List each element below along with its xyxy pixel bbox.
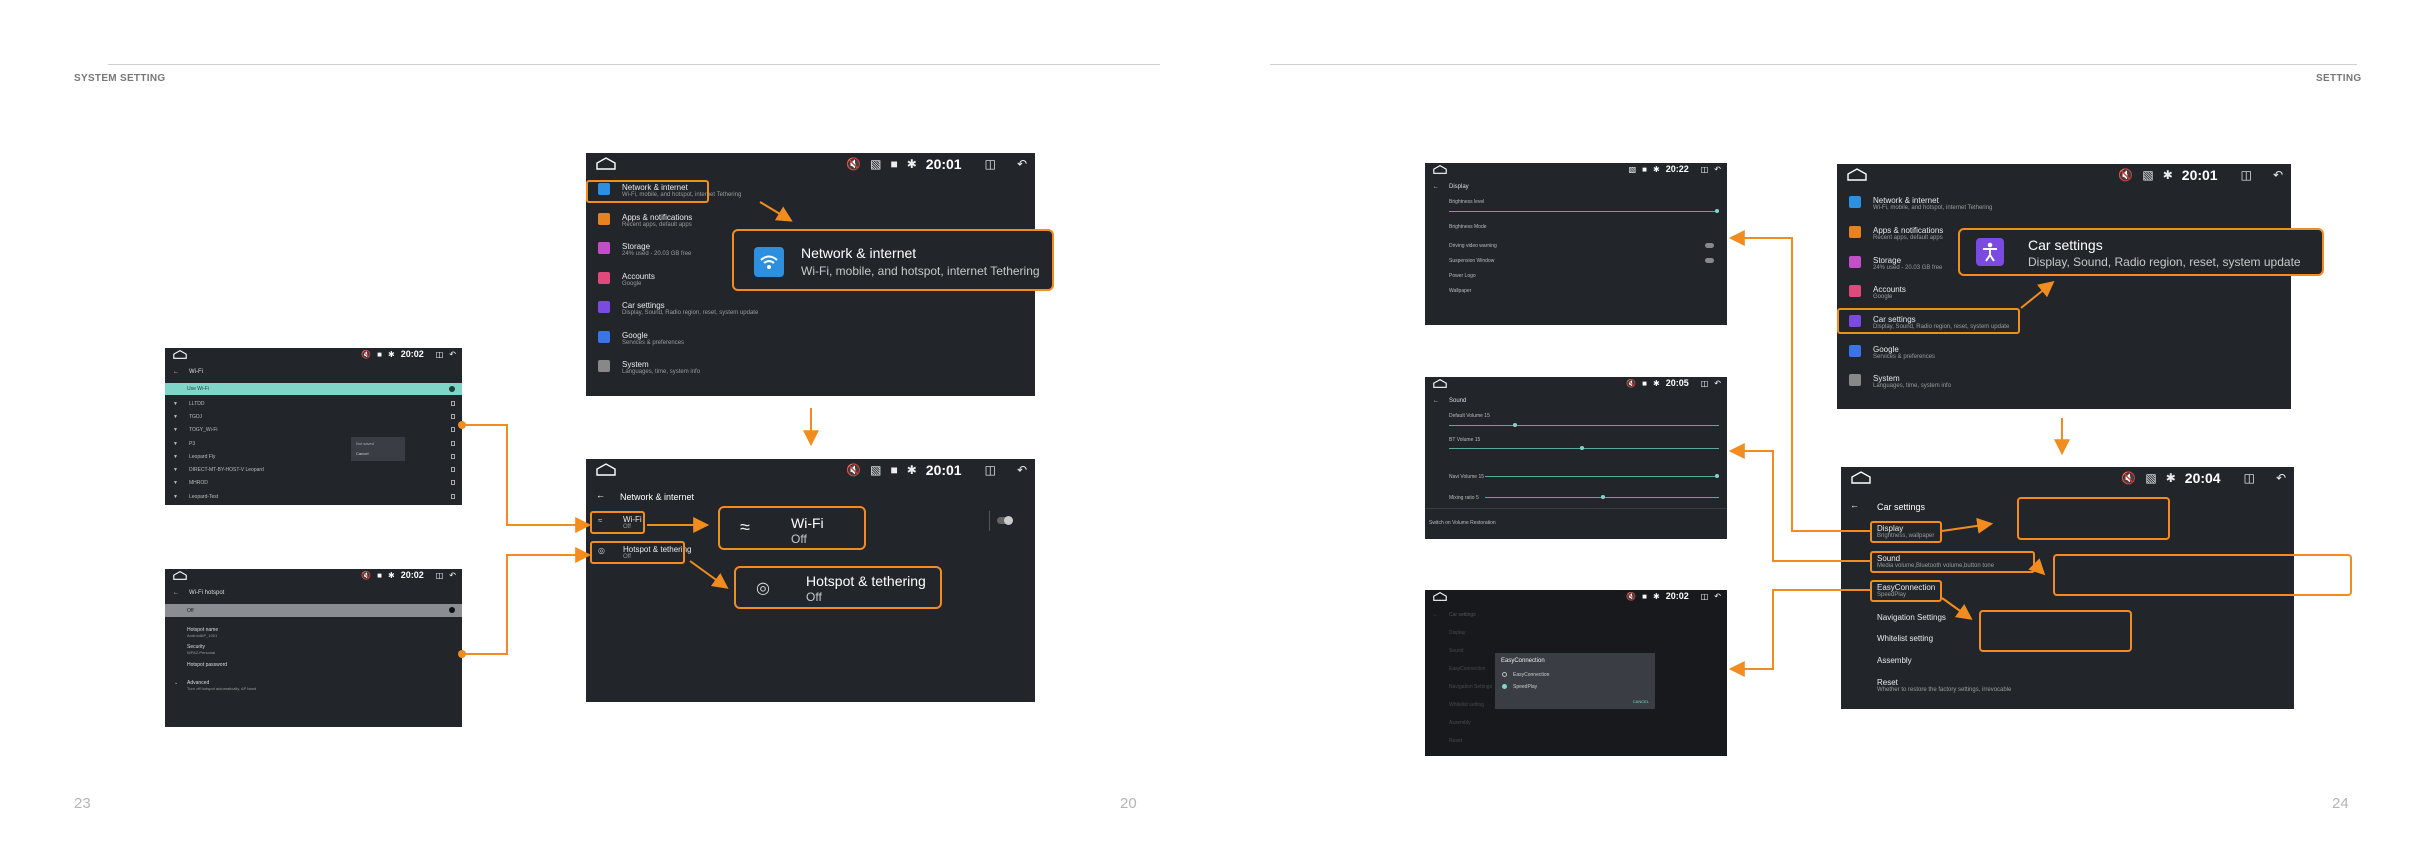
arrow-sound-callout (2028, 558, 2046, 576)
arrow-display-callout (1941, 517, 1994, 534)
arrow-car-callout (2020, 280, 2055, 309)
arrow-network-callout (759, 201, 793, 222)
connector-sound (1728, 443, 1871, 562)
connector-hotspot (462, 547, 592, 655)
arrow-hotspot-callout (689, 560, 729, 589)
connector-easyconnection (1728, 589, 1871, 677)
connector-dot (458, 421, 466, 429)
connector-display (1728, 230, 1871, 532)
connector-lines (458, 201, 2070, 677)
arrow-easyconnection-callout (1941, 597, 1973, 620)
connector-dot (458, 650, 466, 658)
connector-wifi (462, 424, 592, 533)
